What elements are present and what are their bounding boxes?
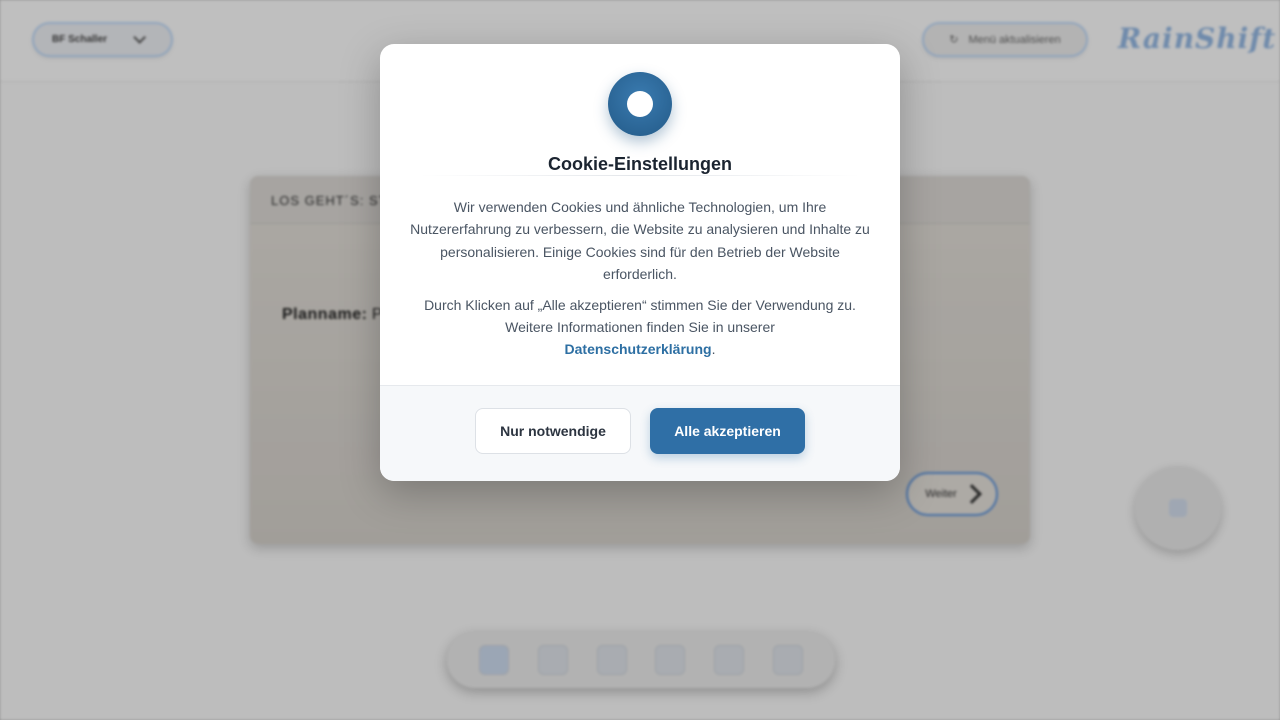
modal-footer: Nur notwendige Alle akzeptieren bbox=[380, 385, 900, 481]
cookie-modal: Cookie-Einstellungen Wir verwenden Cooki… bbox=[380, 44, 900, 481]
privacy-policy-link[interactable]: Datenschutzerklärung bbox=[565, 341, 712, 357]
cookie-icon bbox=[608, 72, 672, 136]
title-divider bbox=[420, 175, 860, 176]
consent-period: . bbox=[711, 341, 716, 358]
consent-note: Durch Klicken auf „Alle akzeptieren“ sti… bbox=[406, 294, 874, 361]
consent-text: Durch Klicken auf „Alle akzeptieren“ sti… bbox=[424, 296, 856, 336]
modal-body: Wir verwenden Cookies und ähnliche Techn… bbox=[406, 196, 874, 361]
modal-title: Cookie-Einstellungen bbox=[547, 154, 733, 174]
cookie-description: Wir verwenden Cookies und ähnliche Techn… bbox=[410, 199, 870, 283]
accept-all-button[interactable]: Alle akzeptieren bbox=[650, 408, 805, 454]
necessary-only-button[interactable]: Nur notwendige bbox=[475, 408, 631, 454]
